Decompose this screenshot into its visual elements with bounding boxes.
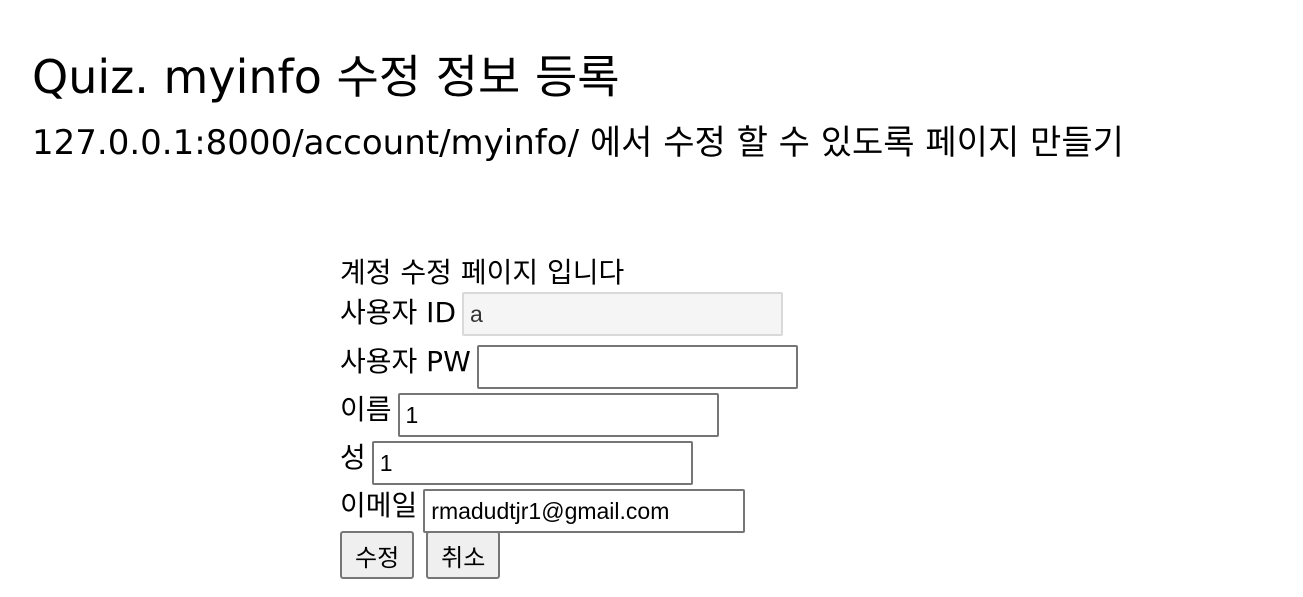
form-buttons: 수정 취소 [340,531,798,579]
last-name-label: 성 [340,441,366,474]
email-row: 이메일 [340,485,798,533]
user-pw-label: 사용자 PW [340,345,471,378]
email-label: 이메일 [340,489,418,522]
form-heading: 계정 수정 페이지 입니다 [340,256,625,289]
first-name-label: 이름 [340,393,392,426]
cancel-button[interactable]: 취소 [426,531,501,579]
user-id-label: 사용자 ID [340,296,456,329]
last-name-field[interactable] [371,441,693,485]
user-id-field[interactable] [462,292,783,336]
account-edit-form: 계정 수정 페이지 입니다 사용자 ID 사용자 PW 이름 성 이메일 수정 … [340,254,798,579]
email-field[interactable] [423,489,746,533]
first-name-row: 이름 [340,389,798,437]
user-id-row: 사용자 ID [340,292,798,341]
user-pw-row: 사용자 PW [340,341,798,389]
submit-button[interactable]: 수정 [340,531,415,579]
first-name-field[interactable] [397,393,719,437]
user-pw-field[interactable] [476,345,798,389]
page-title: Quiz. myinfo 수정 정보 등록 [32,49,620,104]
page-description: 127.0.0.1:8000/account/myinfo/ 에서 수정 할 수… [32,123,1124,163]
last-name-row: 성 [340,437,798,485]
